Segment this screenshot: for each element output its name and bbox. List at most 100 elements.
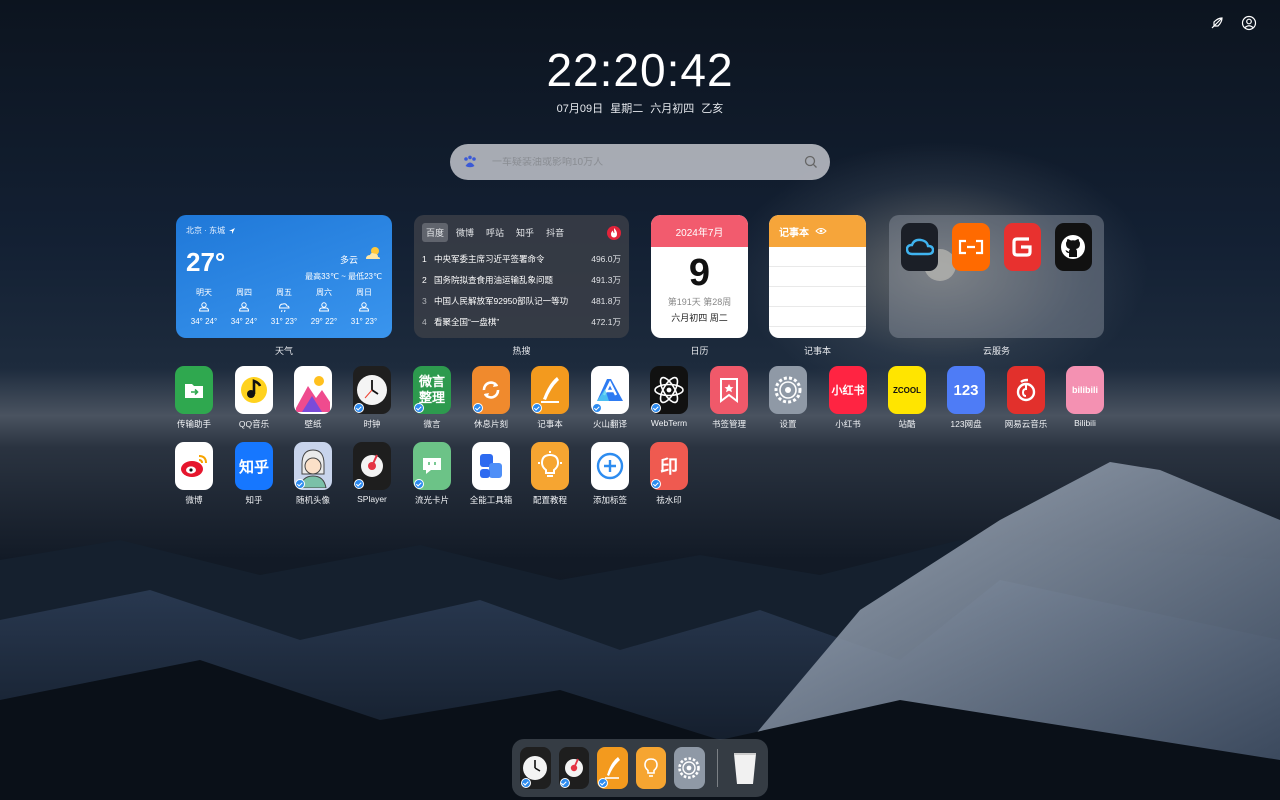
app-watermark[interactable]: 印 祛水印 bbox=[641, 442, 697, 506]
app-label: 123网盘 bbox=[950, 419, 982, 429]
forecast-temp: 29° 22° bbox=[310, 317, 338, 326]
tab-weibo[interactable]: 微博 bbox=[452, 223, 478, 242]
verified-badge bbox=[651, 403, 661, 413]
eye-icon[interactable] bbox=[815, 227, 827, 235]
verified-badge bbox=[414, 479, 424, 489]
app-zhihu[interactable]: 知乎 知乎 bbox=[226, 442, 282, 506]
verified-badge bbox=[598, 778, 608, 788]
app-zcool[interactable]: ZCOOL 站酷 bbox=[879, 366, 935, 430]
app-xiaohongshu[interactable]: 小红书 小红书 bbox=[820, 366, 876, 430]
app-transfer[interactable]: 传输助手 bbox=[166, 366, 222, 430]
verified-badge bbox=[354, 479, 364, 489]
dock-trash-icon[interactable] bbox=[729, 747, 760, 789]
hot-value: 491.3万 bbox=[591, 274, 621, 285]
app-notepad[interactable]: 记事本 bbox=[522, 366, 578, 430]
app-label: 微言 bbox=[423, 419, 441, 429]
user-icon[interactable] bbox=[1240, 14, 1258, 32]
app-bookmarks[interactable]: 书签管理 bbox=[701, 366, 757, 430]
tab-zhihu[interactable]: 知乎 bbox=[512, 223, 538, 242]
forecast-day-name: 周日 bbox=[356, 288, 372, 297]
gitee-icon[interactable] bbox=[1003, 223, 1041, 271]
app-toolbox[interactable]: 全能工具箱 bbox=[463, 442, 519, 506]
app-weiyan[interactable]: 微言 整理 微言 bbox=[404, 366, 460, 430]
list-item[interactable]: 4 看聚全国“一盘棋” 472.1万 bbox=[422, 311, 621, 332]
note-line bbox=[769, 267, 866, 287]
list-item[interactable]: 1 中央军委主席习近平签署命令 496.0万 bbox=[422, 248, 621, 269]
verified-badge bbox=[651, 479, 661, 489]
weather-condition: 多云 bbox=[339, 255, 358, 265]
watermark-icon: 印 bbox=[650, 442, 688, 490]
rank-number: 3 bbox=[422, 295, 427, 306]
app-weibo[interactable]: 微博 bbox=[166, 442, 222, 506]
dock-notepad-icon[interactable] bbox=[597, 747, 628, 789]
weather-widget[interactable]: 北京 · 东城 27° 多云 最高33℃ ~ 最低23℃ 明天 34° 24° … bbox=[176, 215, 392, 338]
app-label: 壁纸 bbox=[304, 419, 322, 429]
app-add-tag[interactable]: 添加标签 bbox=[582, 442, 638, 506]
verified-badge bbox=[521, 778, 531, 788]
xiaohongshu-icon: 小红书 bbox=[829, 366, 867, 414]
hot-title: 看聚全国“一盘棋” bbox=[434, 316, 500, 327]
hot-search-tabs: 百度 微博 呼站 知乎 抖音 bbox=[422, 223, 621, 242]
weather-location: 北京 · 东城 bbox=[186, 225, 382, 236]
app-splayer[interactable]: SPlayer bbox=[344, 442, 400, 504]
list-item[interactable]: 2 国务院拟查食用油运输乱象问题 491.3万 bbox=[422, 269, 621, 290]
forecast-temp: 31° 23° bbox=[270, 317, 298, 326]
hot-title: 中央军委主席习近平签署命令 bbox=[434, 253, 545, 264]
app-label: 微博 bbox=[185, 495, 203, 505]
search-input[interactable] bbox=[492, 156, 802, 168]
weiyan-icon: 微言 整理 bbox=[413, 366, 451, 414]
dock-splayer-icon[interactable] bbox=[558, 747, 589, 789]
app-label: WebTerm bbox=[650, 418, 688, 428]
cloudy-icon bbox=[344, 301, 384, 315]
note-line bbox=[769, 247, 866, 267]
app-label: 全能工具箱 bbox=[469, 495, 513, 505]
calendar-month: 2024年7月 bbox=[651, 215, 748, 247]
app-tutorial[interactable]: 配置教程 bbox=[522, 442, 578, 506]
wallpaper-icon bbox=[294, 366, 332, 414]
leaf-edit-icon[interactable] bbox=[1208, 14, 1226, 32]
calendar-widget[interactable]: 2024年7月 9 第191天 第28周 六月初四 周二 bbox=[651, 215, 748, 338]
app-cards[interactable]: 流光卡片 bbox=[404, 442, 460, 506]
verified-badge bbox=[295, 479, 305, 489]
webterm-icon bbox=[650, 366, 688, 414]
dock-tutorial-icon[interactable] bbox=[635, 747, 666, 789]
cloud-drive-icon[interactable] bbox=[901, 223, 939, 271]
tab-bilibili[interactable]: 呼站 bbox=[482, 223, 508, 242]
toolbox-icon bbox=[472, 442, 510, 490]
baidu-paw-icon[interactable] bbox=[460, 152, 480, 172]
app-label: 流光卡片 bbox=[414, 495, 449, 505]
app-bilibili[interactable]: bilibili Bilibili bbox=[1057, 366, 1113, 428]
app-label: 设置 bbox=[779, 419, 797, 429]
app-settings[interactable]: 设置 bbox=[760, 366, 816, 430]
app-webterm[interactable]: WebTerm bbox=[641, 366, 697, 428]
app-rest[interactable]: 休息片刻 bbox=[463, 366, 519, 430]
clock-display: 22:20:42 07月09日 星期二 六月初四 乙亥 bbox=[0, 42, 1280, 116]
app-volcano-translate[interactable]: 火山翻译 bbox=[582, 366, 638, 430]
calendar-label: 日历 bbox=[690, 346, 709, 356]
tab-baidu[interactable]: 百度 bbox=[422, 223, 449, 242]
forecast-day: 明天 34° 24° bbox=[184, 287, 224, 326]
tab-douyin[interactable]: 抖音 bbox=[542, 223, 568, 242]
app-label: SPlayer bbox=[357, 494, 387, 504]
weather-range: 最高33℃ ~ 最低23℃ bbox=[305, 272, 382, 281]
app-wallpaper[interactable]: 壁纸 bbox=[285, 366, 341, 430]
qqmusic-icon bbox=[235, 366, 273, 414]
app-123pan[interactable]: 123 123网盘 bbox=[938, 366, 994, 430]
list-item[interactable]: 3 中国人民解放军92950部队记一等功 481.8万 bbox=[422, 290, 621, 311]
app-random-avatar[interactable]: 随机头像 bbox=[285, 442, 341, 506]
neteasemusic-icon bbox=[1007, 366, 1045, 414]
app-netease-music[interactable]: 网易云音乐 bbox=[998, 366, 1054, 430]
github-icon[interactable] bbox=[1054, 223, 1092, 271]
search-icon[interactable] bbox=[802, 153, 820, 171]
avatar-icon bbox=[294, 442, 332, 490]
forecast-day-name: 周五 bbox=[276, 288, 292, 297]
forecast-temp: 34° 24° bbox=[190, 317, 218, 326]
dock-clock-icon[interactable] bbox=[520, 747, 551, 789]
aliyun-icon[interactable] bbox=[952, 223, 990, 271]
search-bar bbox=[450, 144, 830, 180]
app-clock[interactable]: 时钟 bbox=[344, 366, 400, 430]
app-qqmusic[interactable]: QQ音乐 bbox=[226, 366, 282, 430]
notepad-widget[interactable]: 记事本 bbox=[769, 215, 866, 338]
translate-icon bbox=[591, 366, 629, 414]
dock-settings-icon[interactable] bbox=[674, 747, 705, 789]
